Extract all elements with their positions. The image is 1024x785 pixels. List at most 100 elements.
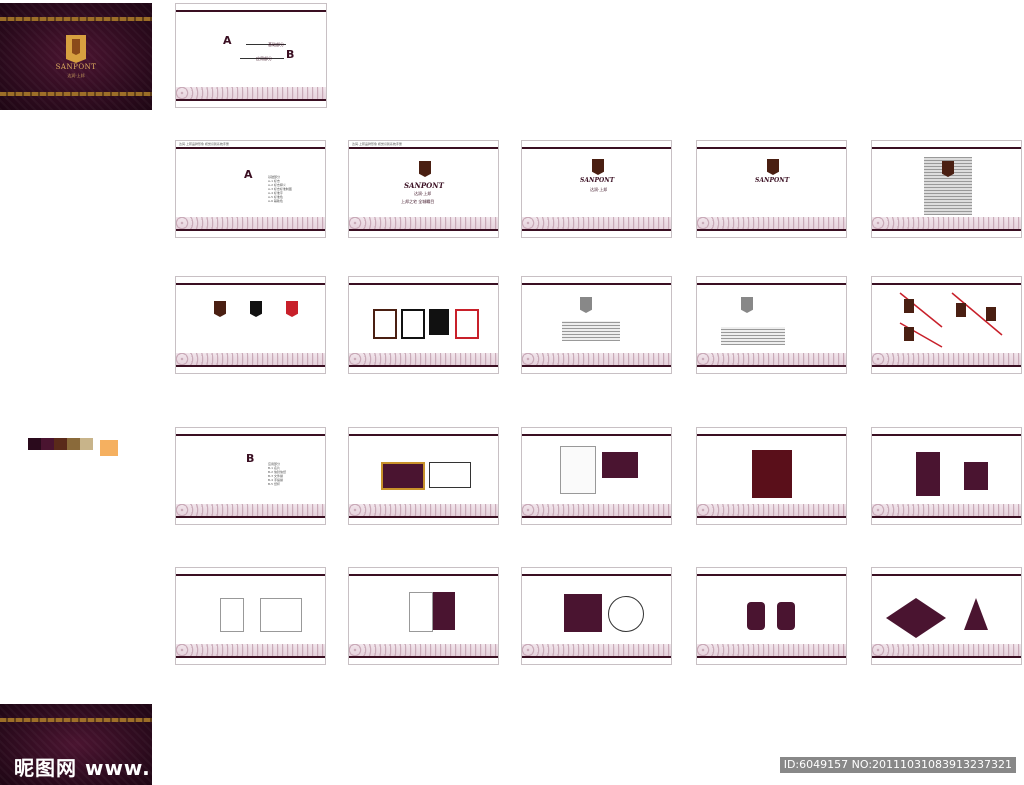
watermark-left: 昵图网 www.nipic.com: [14, 756, 268, 780]
slide-logo-grid-3[interactable]: [696, 276, 847, 374]
line-b-label: 应用部分: [256, 56, 272, 61]
logo-icon-brown: [214, 301, 226, 317]
footer-line: [872, 516, 1021, 518]
cd-case: [564, 594, 602, 632]
footer-pattern: [872, 353, 1021, 365]
slide-id-badge[interactable]: [348, 567, 499, 665]
slide-color-variants[interactable]: [175, 276, 326, 374]
grid-box: [721, 327, 785, 345]
slide-folder[interactable]: [696, 427, 847, 525]
cup: [220, 598, 244, 632]
toc-item: A-6 辅助色: [268, 199, 283, 203]
logo-box-3: [429, 309, 449, 335]
folder: [752, 450, 792, 498]
header-line: [349, 434, 498, 436]
slide-logo-meaning[interactable]: SANPONT 达润·上邦: [521, 140, 672, 238]
footer-line: [522, 365, 671, 367]
footer-line: [872, 365, 1021, 367]
logo-icon: [767, 159, 779, 175]
slide-b-toc[interactable]: B 应用部分 B-1 名片 B-2 信封信纸 B-3 文件袋 B-4 手提袋 B…: [175, 427, 326, 525]
footer-pattern: [349, 353, 498, 365]
slide-header: 达润·上邦品牌形象 视觉识别系统手册: [352, 142, 402, 146]
footer-line: [697, 656, 846, 658]
header-line: [349, 574, 498, 576]
footer-line: [522, 516, 671, 518]
footer-pattern: [697, 217, 846, 229]
footer-line: [522, 229, 671, 231]
slide-cd[interactable]: [521, 567, 672, 665]
footer-pattern: [522, 644, 671, 656]
slide-stationery[interactable]: [521, 427, 672, 525]
slide-logo-grid-2[interactable]: [521, 276, 672, 374]
footer-pattern: [176, 644, 325, 656]
cover-band-bottom: [0, 92, 152, 96]
slide-cover-page[interactable]: A 基础部分 B 应用部分: [175, 3, 327, 108]
color-swatch-2: [41, 438, 54, 450]
header-line: [872, 147, 1021, 149]
footer-line: [349, 365, 498, 367]
header-line: [522, 434, 671, 436]
slide-business-card[interactable]: [348, 427, 499, 525]
footer-pattern: [697, 504, 846, 516]
color-swatch-4: [67, 438, 80, 450]
footer-line: [872, 656, 1021, 658]
wordmark: SANPONT: [755, 177, 790, 184]
card-front: [381, 462, 425, 490]
header-line: [697, 283, 846, 285]
footer-pattern: [522, 504, 671, 516]
section-letter-a: A: [223, 34, 232, 47]
slide-wrong-usage[interactable]: [871, 276, 1022, 374]
logo-icon-red: [286, 301, 298, 317]
header-line: [176, 147, 325, 149]
logo-box-1: [373, 309, 397, 339]
header-line: [697, 147, 846, 149]
header-line: [176, 10, 326, 12]
footer-pattern: [349, 217, 498, 229]
header-line: [872, 574, 1021, 576]
cover-band-top: [0, 17, 152, 21]
wordmark: SANPONT: [580, 177, 615, 184]
slide-handbag[interactable]: [871, 427, 1022, 525]
slide-logo-description[interactable]: SANPONT: [696, 140, 847, 238]
slide-paper-cup[interactable]: [175, 567, 326, 665]
footer-line: [522, 656, 671, 658]
cd-disc: [608, 596, 644, 632]
footer-pattern: [176, 504, 325, 516]
footer-line: [176, 99, 326, 101]
footer-pattern: [522, 217, 671, 229]
slide-keychain[interactable]: [696, 567, 847, 665]
footer-pattern: [176, 353, 325, 365]
header-line: [872, 283, 1021, 285]
logo-icon: [741, 297, 753, 313]
logo-icon: [592, 159, 604, 175]
cn-name: 达润·上邦: [590, 187, 608, 192]
slide-logo[interactable]: 达润·上邦品牌形象 视觉识别系统手册 SANPONT 达润·上邦 上邦之宅 全城…: [348, 140, 499, 238]
logo-box-4: [455, 309, 479, 339]
logo-icon: [419, 161, 431, 177]
slide-logo-grid[interactable]: [871, 140, 1022, 238]
header-line: [522, 283, 671, 285]
footer-line: [176, 656, 325, 658]
envelope: [602, 452, 638, 478]
tagline: 上邦之宅 全城瞩目: [401, 199, 435, 204]
footer-pattern: [872, 504, 1021, 516]
slide-umbrella[interactable]: [871, 567, 1022, 665]
keychain-1: [747, 602, 765, 630]
slide-logo-boxes[interactable]: [348, 276, 499, 374]
header-line: [176, 283, 325, 285]
footer-pattern: [522, 353, 671, 365]
badge-back: [433, 592, 455, 630]
footer-pattern: [176, 87, 326, 99]
cn-name: 达润·上邦: [414, 191, 432, 196]
footer-pattern: [697, 353, 846, 365]
bag-side: [916, 452, 940, 496]
footer-pattern: [872, 217, 1021, 229]
section-letter-b: B: [246, 452, 255, 465]
color-swatch-5: [80, 438, 93, 450]
toc-list: 基础部分 A-1 标志 A-2 标志释义 A-3 标志标准制图 A-4 标准字 …: [268, 175, 292, 203]
footer-pattern: [872, 644, 1021, 656]
header-line: [349, 283, 498, 285]
cover-band-top-2: [0, 718, 152, 722]
header-line: [176, 574, 325, 576]
slide-a-toc[interactable]: 达润·上邦品牌形象 视觉识别系统手册 A 基础部分 A-1 标志 A-2 标志释…: [175, 140, 326, 238]
